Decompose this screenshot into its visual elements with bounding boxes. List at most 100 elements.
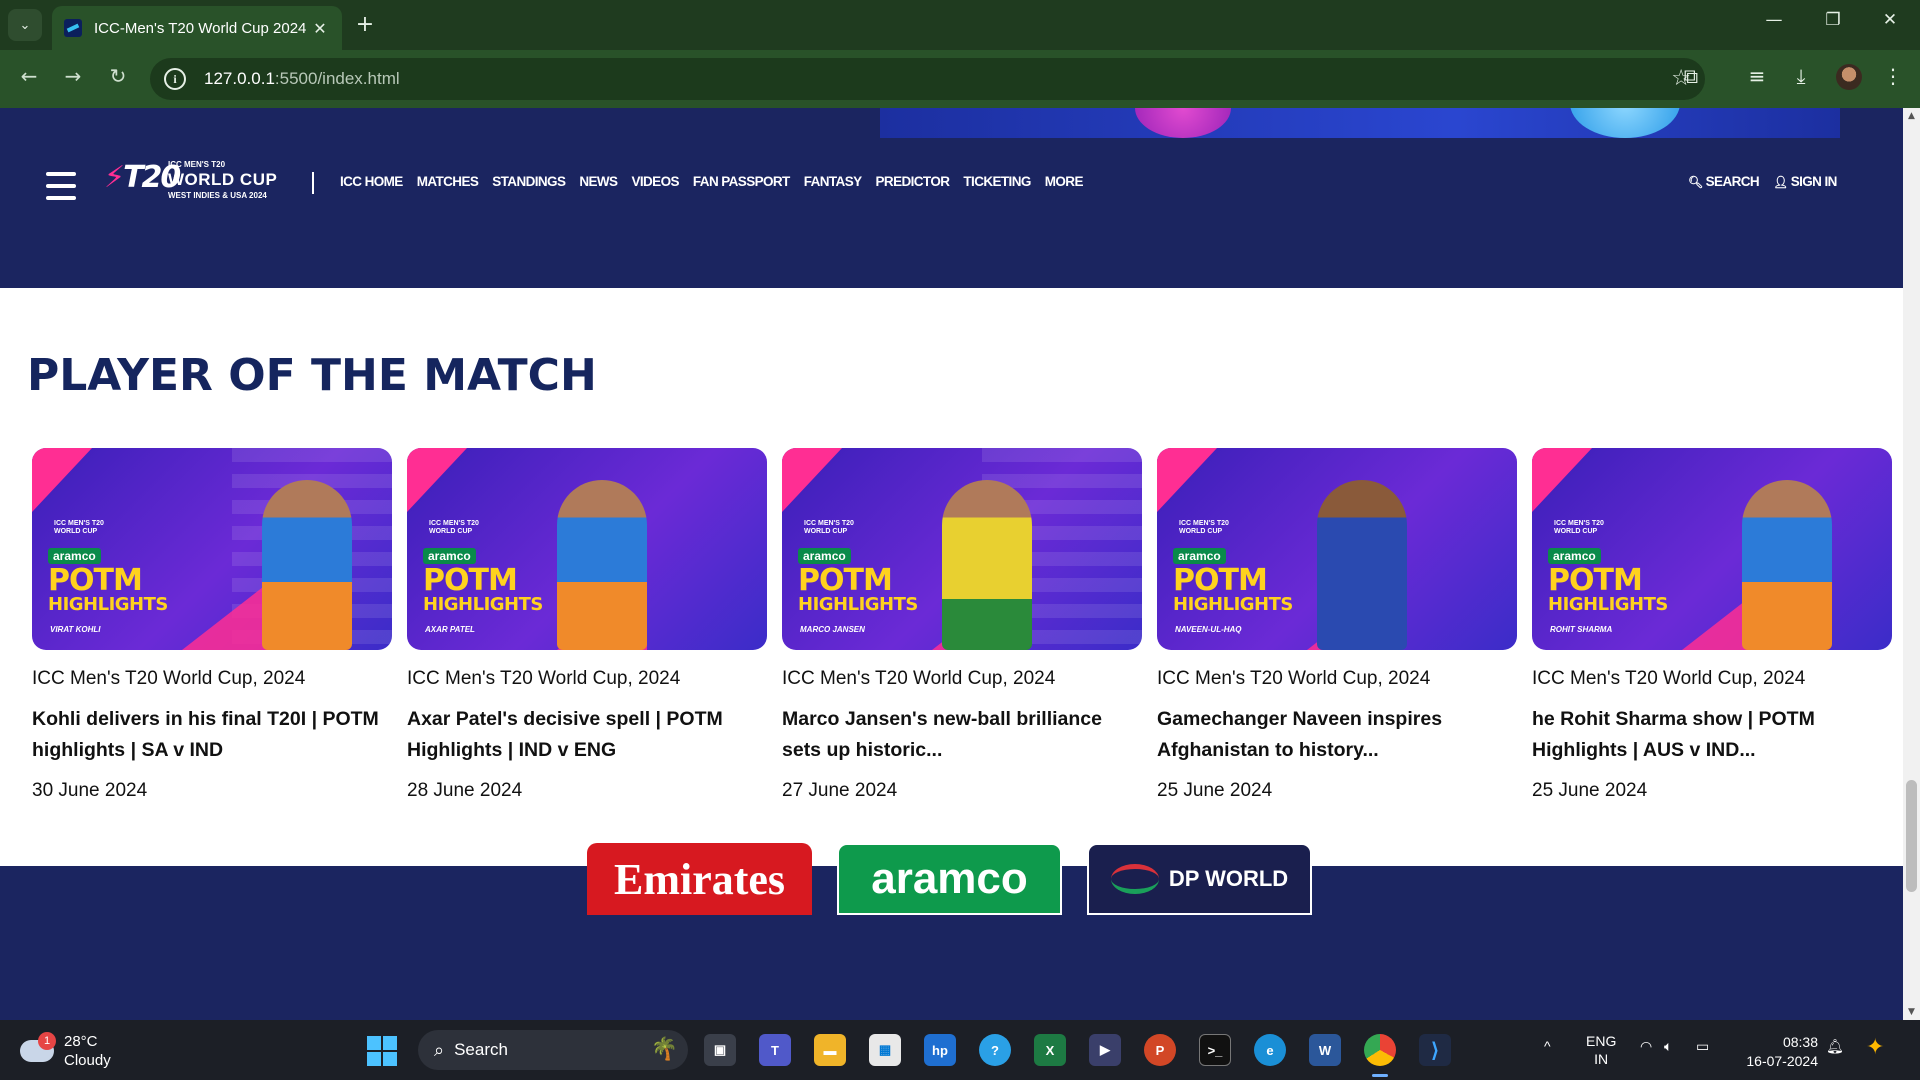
card-headline[interactable]: Gamechanger Naveen inspires Afghanistan …	[1157, 704, 1517, 766]
scroll-up-arrow-icon[interactable]: ▲	[1903, 108, 1920, 124]
thumb-player-figure	[942, 480, 1032, 650]
nav-standings[interactable]: STANDINGS	[492, 174, 566, 189]
url-path: :5500/index.html	[274, 69, 400, 88]
terminal-icon[interactable]: >_	[1199, 1034, 1231, 1066]
nav-icc-home[interactable]: ICC HOME	[340, 174, 403, 189]
site-favicon-icon	[64, 19, 82, 37]
card-headline[interactable]: he Rohit Sharma show | POTM Highlights |…	[1532, 704, 1892, 766]
media-player-icon[interactable]: ▶	[1089, 1034, 1121, 1066]
t20-world-cup-logo[interactable]: ⚡T20 ICC MEN'S T20 WORLD CUP WEST INDIES…	[104, 156, 289, 212]
taskbar-clock[interactable]: 08:38 16-07-2024	[1740, 1033, 1818, 1071]
battery-icon[interactable]: ▭	[1696, 1038, 1709, 1055]
video-thumbnail[interactable]: ICC MEN'S T20 WORLD CUP aramco POTM HIGHL…	[782, 448, 1142, 650]
wifi-icon[interactable]: ◠	[1640, 1038, 1652, 1055]
download-icon[interactable]: ⤓	[1786, 64, 1816, 88]
card-headline[interactable]: Kohli delivers in his final T20I | POTM …	[32, 704, 392, 766]
minimize-window-icon[interactable]: —	[1754, 10, 1794, 30]
card-category: ICC Men's T20 World Cup, 2024	[782, 668, 1056, 689]
video-card[interactable]: ICC MEN'S T20 WORLD CUP aramco POTM HIGHL…	[32, 448, 392, 802]
task-view-icon[interactable]: ▣	[704, 1034, 736, 1066]
help-icon[interactable]: ?	[979, 1034, 1011, 1066]
scroll-down-arrow-icon[interactable]: ▼	[1903, 1004, 1920, 1020]
video-card[interactable]: ICC MEN'S T20 WORLD CUP aramco POTM HIGHL…	[782, 448, 1142, 802]
chrome-active-indicator	[1372, 1074, 1388, 1077]
thumb-player-name: VIRAT KOHLI	[50, 625, 101, 634]
close-window-icon[interactable]: ✕	[1870, 10, 1910, 30]
weather-widget[interactable]: 1 28°C Cloudy	[20, 1032, 111, 1070]
nav-fantasy[interactable]: FANTASY	[804, 174, 862, 189]
browser-tab-active[interactable]: ICC-Men's T20 World Cup 2024 ✕	[52, 6, 342, 50]
hero-banner-strip	[880, 108, 1840, 138]
extensions-puzzle-icon[interactable]: ⧉	[1676, 64, 1706, 88]
volume-icon[interactable]: 🔈︎	[1664, 1038, 1672, 1055]
site-info-icon[interactable]: i	[164, 68, 186, 90]
word-icon[interactable]: W	[1309, 1034, 1341, 1066]
thumb-highlights-text: HIGHLIGHTS	[48, 594, 168, 615]
video-thumbnail[interactable]: ICC MEN'S T20 WORLD CUP aramco POTM HIGHL…	[1532, 448, 1892, 650]
powerpoint-icon[interactable]: P	[1144, 1034, 1176, 1066]
chrome-icon[interactable]	[1364, 1034, 1396, 1066]
profile-avatar[interactable]	[1836, 64, 1862, 90]
nav-more[interactable]: MORE	[1045, 174, 1084, 189]
scrollbar-thumb[interactable]	[1906, 780, 1917, 892]
nav-news[interactable]: NEWS	[579, 174, 618, 189]
tab-search-chevron-icon[interactable]: ⌄	[8, 9, 42, 41]
notification-bell-icon[interactable]: 🔔︎	[1826, 1038, 1844, 1055]
video-card[interactable]: ICC MEN'S T20 WORLD CUP aramco POTM HIGHL…	[407, 448, 767, 802]
tab-close-icon[interactable]: ✕	[310, 19, 330, 38]
search-link[interactable]: 🔍︎ SEARCH	[1688, 174, 1760, 189]
nav-predictor[interactable]: PREDICTOR	[876, 174, 950, 189]
thumb-player-figure	[262, 480, 352, 650]
browser-toolbar: ← → ↻ i 127.0.0.1:5500/index.html ☆ ⧉ ≡ …	[0, 50, 1920, 108]
video-card[interactable]: ICC MEN'S T20 WORLD CUP aramco POTM HIGHL…	[1157, 448, 1517, 802]
excel-icon[interactable]: X	[1034, 1034, 1066, 1066]
video-card[interactable]: ICC MEN'S T20 WORLD CUP aramco POTM HIGHL…	[1532, 448, 1892, 802]
clock-date: 16-07-2024	[1746, 1053, 1818, 1069]
mini-logo-line-2: WORLD CUP	[1554, 528, 1598, 535]
sign-in-link[interactable]: 👤︎ SIGN IN	[1773, 174, 1837, 189]
show-hidden-icons-chevron-icon[interactable]: ^	[1544, 1038, 1551, 1054]
restore-window-icon[interactable]: ❐	[1813, 10, 1853, 30]
weather-notification-badge: 1	[38, 1032, 56, 1050]
taskbar-search-box[interactable]: ⌕ Search 🌴	[418, 1030, 688, 1070]
sponsor-dp-world-logo[interactable]: DP WORLD	[1087, 843, 1312, 915]
windows-start-icon[interactable]	[367, 1036, 397, 1066]
microsoft-store-icon[interactable]: ▦	[869, 1034, 901, 1066]
new-tab-plus-icon[interactable]: +	[352, 12, 378, 37]
file-explorer-icon[interactable]: ▬	[814, 1034, 846, 1066]
edge-icon[interactable]: e	[1254, 1034, 1286, 1066]
weather-temperature: 28°C	[64, 1033, 98, 1050]
browser-menu-kebab-icon[interactable]: ⋮	[1878, 64, 1908, 88]
video-thumbnail[interactable]: ICC MEN'S T20 WORLD CUP aramco POTM HIGHL…	[1157, 448, 1517, 650]
search-icon: 🔍︎	[1688, 174, 1703, 189]
nav-ticketing[interactable]: TICKETING	[963, 174, 1031, 189]
forward-arrow-icon[interactable]: →	[58, 64, 88, 88]
vscode-icon[interactable]: ⟩	[1419, 1034, 1451, 1066]
dp-world-label: DP WORLD	[1168, 866, 1289, 891]
sponsor-aramco-logo[interactable]: aramco	[837, 843, 1062, 915]
video-thumbnail[interactable]: ICC MEN'S T20 WORLD CUP aramco POTM HIGHL…	[407, 448, 767, 650]
language-indicator[interactable]: ENG IN	[1586, 1032, 1616, 1068]
thumb-pink-bolt	[782, 448, 842, 512]
card-headline[interactable]: Marco Jansen's new-ball brilliance sets …	[782, 704, 1142, 766]
media-queue-icon[interactable]: ≡	[1742, 64, 1772, 88]
mini-logo-line-2: WORLD CUP	[54, 528, 98, 535]
nav-videos[interactable]: VIDEOS	[631, 174, 679, 189]
video-thumbnail[interactable]: ICC MEN'S T20 WORLD CUP aramco POTM HIGHL…	[32, 448, 392, 650]
nav-fan-passport[interactable]: FAN PASSPORT	[693, 174, 790, 189]
nav-matches[interactable]: MATCHES	[417, 174, 479, 189]
copilot-icon[interactable]: ✦	[1866, 1034, 1884, 1060]
back-arrow-icon[interactable]: ←	[14, 64, 44, 88]
address-bar[interactable]: i 127.0.0.1:5500/index.html ☆	[150, 58, 1705, 100]
page-scrollbar[interactable]: ▲ ▼	[1903, 108, 1920, 1020]
hamburger-menu-icon[interactable]	[46, 172, 76, 200]
myhp-icon[interactable]: hp	[924, 1034, 956, 1066]
sponsor-emirates-logo[interactable]: Emirates	[587, 843, 812, 915]
reload-icon[interactable]: ↻	[103, 64, 133, 88]
card-headline[interactable]: Axar Patel's decisive spell | POTM Highl…	[407, 704, 767, 766]
address-url[interactable]: 127.0.0.1:5500/index.html	[204, 69, 400, 89]
teams-icon[interactable]: T	[759, 1034, 791, 1066]
thumb-player-name: ROHIT SHARMA	[1550, 625, 1613, 634]
card-date: 27 June 2024	[782, 780, 898, 801]
thumb-sponsor-tag: aramco	[798, 548, 851, 564]
